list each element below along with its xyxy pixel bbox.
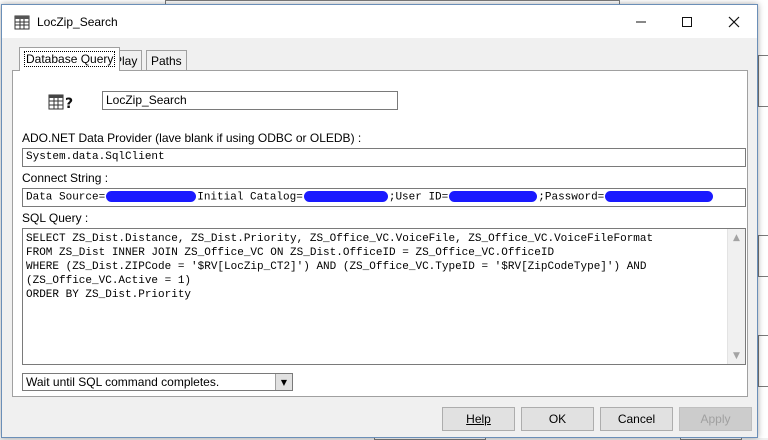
- sql-query-textarea[interactable]: SELECT ZS_Dist.Distance, ZS_Dist.Priorit…: [22, 228, 746, 365]
- scroll-down-icon[interactable]: ▼: [728, 347, 745, 364]
- loczip-search-dialog: LocZip_Search Database Query Play Paths …: [1, 4, 758, 438]
- sql-query-text: SELECT ZS_Dist.Distance, ZS_Dist.Priorit…: [26, 233, 654, 301]
- cancel-button[interactable]: Cancel: [600, 407, 673, 431]
- minimize-icon: [636, 21, 646, 22]
- tab-paths[interactable]: Paths: [146, 50, 187, 70]
- maximize-button[interactable]: [664, 5, 710, 38]
- connect-part: ;Password=: [538, 191, 605, 204]
- background-panel: [758, 55, 768, 107]
- scroll-up-icon[interactable]: ▲: [728, 229, 745, 246]
- window-title: LocZip_Search: [37, 15, 118, 29]
- help-button-label: Help: [466, 412, 491, 426]
- connect-part: ;User ID=: [388, 191, 449, 204]
- query-name-input[interactable]: LocZip_Search: [102, 91, 398, 110]
- maximize-icon: [682, 16, 692, 27]
- wait-mode-select[interactable]: Wait until SQL command completes. ▼: [22, 373, 293, 391]
- connect-string-input[interactable]: Data Source= Initial Catalog= ;User ID= ;Pa…: [22, 188, 746, 207]
- redaction-mark: [605, 191, 714, 202]
- provider-input[interactable]: System.data.SqlClient: [22, 148, 746, 167]
- redaction-mark: [449, 191, 538, 202]
- database-query-icon: ?: [48, 94, 73, 112]
- redaction-mark: [106, 191, 197, 202]
- background-panel: [758, 235, 768, 277]
- redaction-mark: [303, 191, 388, 202]
- connect-part: Data Source=: [26, 191, 106, 204]
- chevron-down-icon[interactable]: ▼: [275, 374, 292, 390]
- cancel-button-label: Cancel: [617, 412, 656, 426]
- ok-button-label: OK: [548, 412, 567, 426]
- ok-button[interactable]: OK: [521, 407, 594, 431]
- tab-database-query[interactable]: Database Query: [19, 47, 121, 71]
- minimize-button[interactable]: [618, 5, 664, 38]
- close-icon: [728, 16, 740, 27]
- svg-text:?: ?: [65, 96, 73, 112]
- provider-label: ADO.NET Data Provider (lave blank if usi…: [22, 131, 362, 145]
- grid-document-icon: [14, 15, 30, 30]
- apply-button-label: Apply: [700, 412, 731, 426]
- background-panel: [758, 335, 768, 387]
- apply-button[interactable]: Apply: [679, 407, 752, 431]
- tab-label: Database Query: [24, 51, 116, 67]
- tab-label: Paths: [151, 54, 182, 68]
- connect-part: Initial Catalog=: [197, 191, 303, 204]
- wait-mode-value: Wait until SQL command completes.: [26, 375, 220, 389]
- title-bar[interactable]: LocZip_Search: [2, 5, 757, 38]
- help-button[interactable]: Help: [442, 407, 515, 431]
- sql-scrollbar[interactable]: ▲ ▼: [727, 229, 745, 364]
- close-button[interactable]: [711, 5, 757, 38]
- sql-query-label: SQL Query :: [22, 211, 89, 225]
- connect-string-label: Connect String :: [22, 171, 109, 185]
